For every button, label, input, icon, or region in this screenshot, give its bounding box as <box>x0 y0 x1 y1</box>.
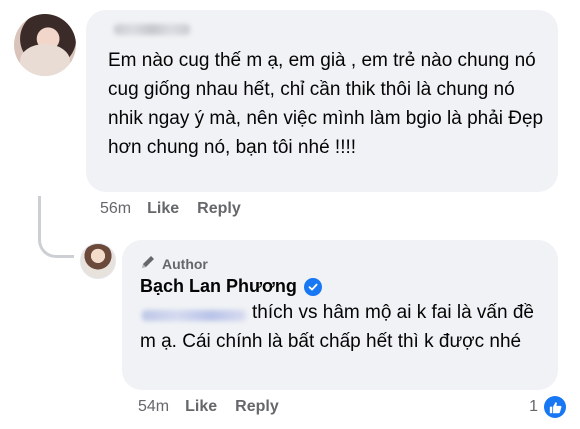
reaction-count: 1 <box>529 398 538 415</box>
like-reaction-icon <box>544 396 566 418</box>
author-name[interactable]: Bạch Lan Phương <box>140 276 297 297</box>
comment-actions: 56m Like Reply <box>100 200 259 218</box>
author-name-row: Bạch Lan Phương <box>140 276 322 297</box>
reply-timestamp[interactable]: 54m <box>138 398 169 416</box>
reply-bubble: Author Bạch Lan Phương thích vs hâm mộ a… <box>122 240 558 390</box>
reply-text: thích vs hâm mộ ai k fai là vấn đề m ạ. … <box>140 302 534 352</box>
like-button[interactable]: Like <box>185 398 217 416</box>
reply-actions: 54m Like Reply <box>138 398 297 416</box>
reaction-summary[interactable]: 1 <box>529 396 566 418</box>
reply-button[interactable]: Reply <box>197 200 241 218</box>
reply-button[interactable]: Reply <box>235 398 279 416</box>
comment-thread: Em nào cug thế m ạ, em già , em trẻ nào … <box>0 0 580 429</box>
like-button[interactable]: Like <box>147 200 179 218</box>
reply-thread-line <box>38 196 74 258</box>
author-badge-label: Author <box>162 255 208 272</box>
author-avatar[interactable] <box>80 243 116 279</box>
comment-bubble: Em nào cug thế m ạ, em già , em trẻ nào … <box>86 10 558 192</box>
blurred-commenter-name <box>114 24 190 35</box>
commenter-avatar[interactable] <box>14 14 76 76</box>
verified-badge-icon <box>303 277 322 296</box>
comment-timestamp[interactable]: 56m <box>100 200 131 218</box>
author-pen-icon <box>140 254 156 273</box>
author-badge: Author <box>140 254 208 273</box>
comment-text: Em nào cug thế m ạ, em già , em trẻ nào … <box>108 50 544 158</box>
